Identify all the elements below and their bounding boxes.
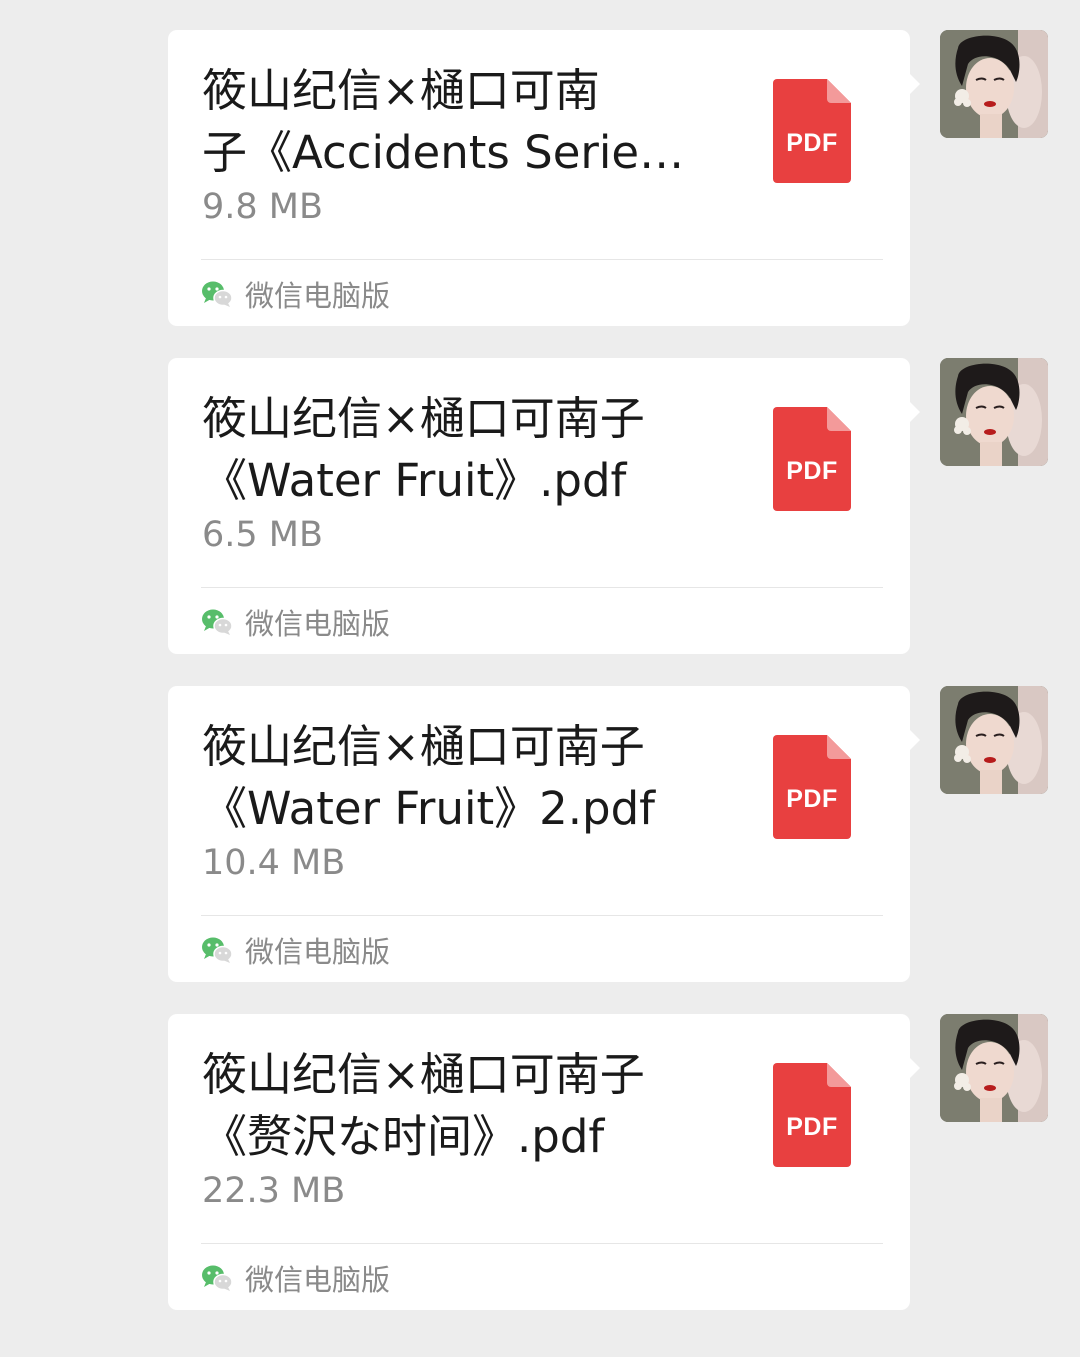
file-name: 筱山纪信×樋口可南子 《Water Fruit》2.pdf <box>202 716 702 840</box>
divider <box>201 259 883 260</box>
file-message-card[interactable]: 筱山纪信×樋口可南子 《赘沢な时间》.pdf 22.3 MB PDF 微信电脑版 <box>168 1014 910 1310</box>
chat-message: 筱山纪信×樋口可南 子《Accidents Series ... 9.8 MB … <box>0 30 1080 326</box>
chat-message: 筱山纪信×樋口可南子 《Water Fruit》2.pdf 10.4 MB PD… <box>0 686 1080 982</box>
pdf-file-icon: PDF <box>773 735 851 839</box>
bubble-tail <box>908 728 920 752</box>
file-message-card[interactable]: 筱山纪信×樋口可南 子《Accidents Series ... 9.8 MB … <box>168 30 910 326</box>
source-row: 微信电脑版 <box>201 598 390 646</box>
user-avatar[interactable] <box>940 30 1048 138</box>
file-name-line-2: 《赘沢な时间》.pdf <box>202 1110 605 1163</box>
pdf-file-type-label: PDF <box>786 785 838 813</box>
divider <box>201 915 883 916</box>
file-size: 22.3 MB <box>202 1171 346 1211</box>
file-name-line-2: 子《Accidents Series ... <box>202 126 702 179</box>
file-message-card[interactable]: 筱山纪信×樋口可南子 《Water Fruit》2.pdf 10.4 MB PD… <box>168 686 910 982</box>
file-size: 9.8 MB <box>202 187 323 227</box>
wechat-logo-icon <box>201 280 233 308</box>
bubble-tail <box>908 72 920 96</box>
divider <box>201 587 883 588</box>
pdf-file-type-label: PDF <box>786 1113 838 1141</box>
file-size: 10.4 MB <box>202 843 346 883</box>
source-label: 微信电脑版 <box>245 1263 391 1297</box>
file-name-line-1: 筱山纪信×樋口可南子 <box>202 1048 645 1101</box>
wechat-logo-icon <box>201 608 233 636</box>
chat-message: 筱山纪信×樋口可南子 《赘沢な时间》.pdf 22.3 MB PDF 微信电脑版 <box>0 1014 1080 1310</box>
pdf-file-icon: PDF <box>773 1063 851 1167</box>
file-size: 6.5 MB <box>202 515 323 555</box>
file-name: 筱山纪信×樋口可南 子《Accidents Series ... <box>202 60 702 184</box>
file-name-line-1: 筱山纪信×樋口可南子 <box>202 720 645 773</box>
file-name-line-2: 《Water Fruit》.pdf <box>202 454 627 507</box>
pdf-file-type-label: PDF <box>786 457 838 485</box>
file-message-card[interactable]: 筱山纪信×樋口可南子 《Water Fruit》.pdf 6.5 MB PDF <box>168 358 910 654</box>
chat-message: 筱山纪信×樋口可南子 《Water Fruit》.pdf 6.5 MB PDF <box>0 358 1080 654</box>
file-name: 筱山纪信×樋口可南子 《赘沢な时间》.pdf <box>202 1044 702 1168</box>
source-row: 微信电脑版 <box>201 270 390 318</box>
source-row: 微信电脑版 <box>201 1254 390 1302</box>
pdf-file-icon: PDF <box>773 407 851 511</box>
source-label: 微信电脑版 <box>245 607 391 641</box>
pdf-file-icon: PDF <box>773 79 851 183</box>
file-name-line-1: 筱山纪信×樋口可南 <box>202 64 600 117</box>
source-label: 微信电脑版 <box>245 279 391 313</box>
file-name-line-2: 《Water Fruit》2.pdf <box>202 782 656 835</box>
file-name: 筱山纪信×樋口可南子 《Water Fruit》.pdf <box>202 388 702 512</box>
user-avatar[interactable] <box>940 1014 1048 1122</box>
file-name-line-1: 筱山纪信×樋口可南子 <box>202 392 645 445</box>
divider <box>201 1243 883 1244</box>
pdf-file-type-label: PDF <box>786 129 838 157</box>
wechat-logo-icon <box>201 1264 233 1292</box>
user-avatar[interactable] <box>940 686 1048 794</box>
source-row: 微信电脑版 <box>201 926 390 974</box>
user-avatar[interactable] <box>940 358 1048 466</box>
bubble-tail <box>908 400 920 424</box>
bubble-tail <box>908 1056 920 1080</box>
source-label: 微信电脑版 <box>245 935 391 969</box>
wechat-logo-icon <box>201 936 233 964</box>
